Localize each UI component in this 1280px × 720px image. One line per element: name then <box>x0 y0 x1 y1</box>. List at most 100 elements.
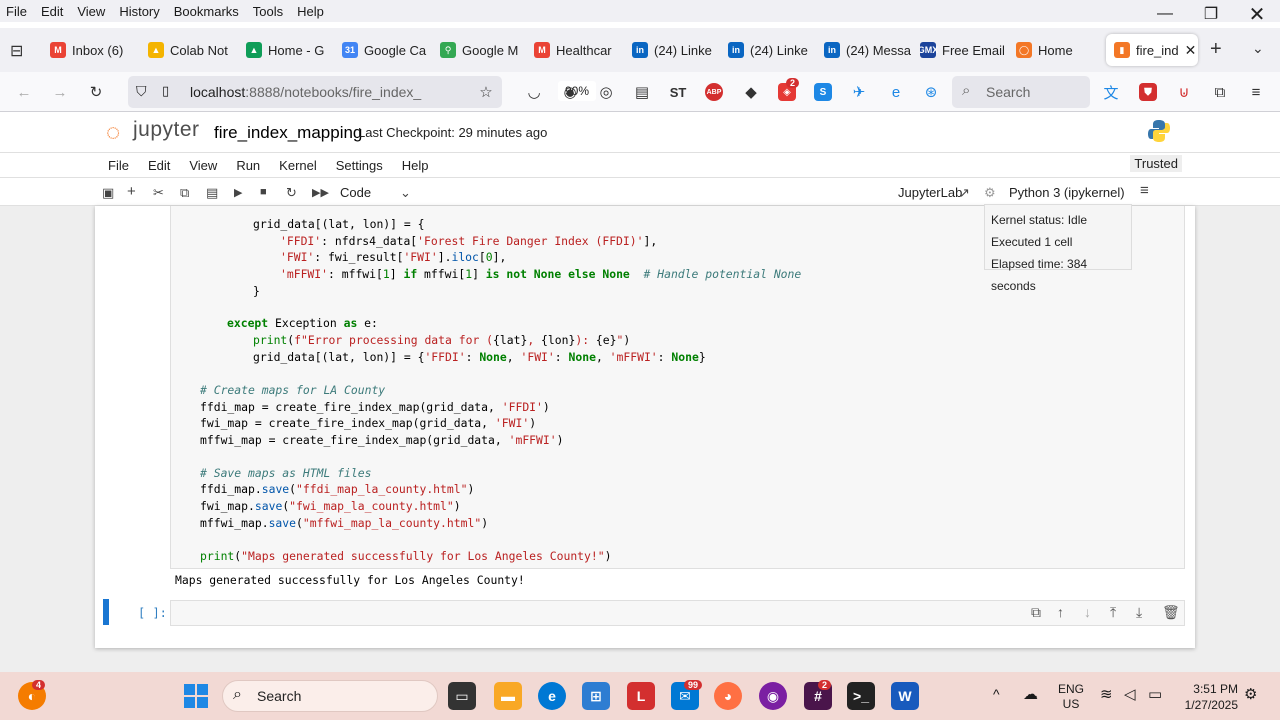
language-indicator[interactable]: ENG US <box>1058 682 1084 712</box>
cloud-icon[interactable]: ☁ <box>1023 685 1038 703</box>
url-bar[interactable]: ⛉ ▯ localhost:8888/notebooks/fire_index_… <box>128 76 597 108</box>
tab-10[interactable]: ◯ Home <box>1016 34 1104 66</box>
jupyter-logo-icon[interactable]: ◌ <box>106 119 120 147</box>
cell-type-select[interactable]: Code <box>340 185 371 200</box>
tab-6[interactable]: in (24) Linke <box>632 34 720 66</box>
start-icon[interactable] <box>182 682 210 710</box>
jp-menu-settings[interactable]: Settings <box>336 158 383 173</box>
tab-1[interactable]: ▲ Colab Not <box>148 34 236 66</box>
paste-icon[interactable]: ▤ <box>206 185 218 201</box>
tab-8[interactable]: in (24) Messa <box>824 34 912 66</box>
account-icon[interactable]: ◉ <box>560 82 580 102</box>
tab-4[interactable]: ⚲ Google M <box>440 34 528 66</box>
extension-icon-4[interactable]: ✈ <box>849 82 869 102</box>
menu-edit[interactable]: Edit <box>41 4 63 19</box>
clock[interactable]: 3:51 PM 1/27/2025 <box>1180 681 1238 713</box>
copy-icon[interactable]: ⧉ <box>180 185 189 201</box>
taskbar-search[interactable]: ⌕ Search <box>222 680 438 712</box>
trusted-badge[interactable]: Trusted <box>1130 155 1182 172</box>
firefox-icon[interactable]: ◕ <box>714 682 742 710</box>
jp-menu-view[interactable]: View <box>189 158 217 173</box>
edge-icon[interactable]: e <box>886 82 906 102</box>
run-icon[interactable]: ▶ <box>234 186 242 199</box>
chevron-down-icon[interactable]: ⌄ <box>1252 40 1264 57</box>
shield-icon[interactable]: ⛉ <box>136 83 147 100</box>
menu-history[interactable]: History <box>119 4 159 19</box>
restore-button[interactable]: ❐ <box>1188 0 1234 28</box>
tab-7[interactable]: in (24) Linke <box>728 34 816 66</box>
adblock-icon[interactable]: ABP <box>705 83 723 101</box>
edge-icon[interactable]: e <box>538 682 566 710</box>
skype-icon[interactable]: S <box>814 83 832 101</box>
search-input[interactable]: ⌕ Search <box>952 76 1090 108</box>
menu-help[interactable]: Help <box>297 4 324 19</box>
move-up-icon[interactable]: ↑ <box>1057 604 1064 620</box>
duplicate-cell-icon[interactable]: ⧉ <box>1031 604 1041 621</box>
tab-9[interactable]: GMX Free Email <box>920 34 1008 66</box>
menu-view[interactable]: View <box>77 4 105 19</box>
jp-menu-kernel[interactable]: Kernel <box>279 158 317 173</box>
wifi-icon[interactable]: ≋ <box>1100 685 1113 703</box>
menu-bookmarks[interactable]: Bookmarks <box>174 4 239 19</box>
l-app-icon[interactable]: L <box>627 682 655 710</box>
tab-active[interactable]: ▮ fire_ind ✕ <box>1106 34 1198 66</box>
shield-extension-icon[interactable]: ⛊ <box>1139 83 1157 101</box>
extension-icon-2[interactable]: ◆ <box>741 82 761 102</box>
tab-3[interactable]: 31 Google Ca <box>342 34 430 66</box>
tab-0[interactable]: M Inbox (6) <box>50 34 138 66</box>
reload-icon[interactable]: ↻ <box>86 82 106 102</box>
extension-icon-1[interactable]: ◎ <box>596 82 616 102</box>
restart-icon[interactable]: ↻ <box>286 185 297 201</box>
jupyterlab-link[interactable]: JupyterLab <box>898 185 962 200</box>
jp-menu-file[interactable]: File <box>108 158 129 173</box>
new-tab-icon[interactable]: + <box>1210 38 1222 61</box>
bookmark-star-icon[interactable]: ☆ <box>476 82 496 102</box>
menu-file[interactable]: File <box>6 4 27 19</box>
insert-above-icon[interactable]: ⤒ <box>1110 604 1116 621</box>
app-icon[interactable]: ◉ <box>759 682 787 710</box>
insert-cell-icon[interactable]: + <box>127 183 136 200</box>
chevron-down-icon[interactable]: ⌄ <box>400 185 411 201</box>
close-window-button[interactable]: ✕ <box>1234 0 1280 28</box>
speaker-icon[interactable]: ◁ <box>1124 685 1136 703</box>
tab-5[interactable]: M Healthcar <box>534 34 622 66</box>
jp-menu-edit[interactable]: Edit <box>148 158 170 173</box>
forward-icon[interactable]: → <box>50 82 70 102</box>
store-icon[interactable]: ⊞ <box>582 682 610 710</box>
extension-icon-5[interactable]: ⊍ <box>1174 82 1194 102</box>
move-down-icon[interactable]: ↓ <box>1084 604 1091 620</box>
terminal-icon[interactable]: >_ <box>847 682 875 710</box>
minimize-button[interactable]: — <box>1142 0 1188 28</box>
jp-menu-help[interactable]: Help <box>402 158 429 173</box>
save-icon[interactable]: ▣ <box>102 185 114 201</box>
battery-icon[interactable]: ▭ <box>1148 685 1162 703</box>
word-icon[interactable]: W <box>891 682 919 710</box>
translate-icon[interactable]: 文 <box>1101 82 1121 102</box>
extensions-icon[interactable]: ⧉ <box>1210 82 1230 102</box>
stop-icon[interactable]: ■ <box>260 186 267 198</box>
pocket-icon[interactable]: ◡ <box>524 82 544 102</box>
gear-icon[interactable]: ⚙ <box>984 185 996 201</box>
cut-icon[interactable]: ✂ <box>153 185 164 201</box>
list-icon[interactable]: ≡ <box>1140 182 1149 199</box>
st-extension-icon[interactable]: ST <box>668 82 688 102</box>
clipboard-icon[interactable]: ▤ <box>632 82 652 102</box>
jp-menu-run[interactable]: Run <box>236 158 260 173</box>
task-view-icon[interactable]: ▭ <box>448 682 476 710</box>
hamburger-menu-icon[interactable]: ≡ <box>1246 82 1266 102</box>
jupyter-logo-text[interactable]: jupyter <box>133 118 200 142</box>
close-tab-icon[interactable]: ✕ <box>1185 42 1197 59</box>
menu-tools[interactable]: Tools <box>253 4 283 19</box>
fast-forward-icon[interactable]: ▶▶ <box>312 186 329 199</box>
back-icon[interactable]: ← <box>14 82 34 102</box>
url-text[interactable]: localhost:8888/notebooks/fire_index_ <box>190 84 422 100</box>
delete-cell-icon[interactable]: 🗑 <box>1162 604 1180 621</box>
chevron-up-icon[interactable]: ^ <box>993 686 1000 702</box>
insert-below-icon[interactable]: ⤓ <box>1136 604 1142 621</box>
notebook-title[interactable]: fire_index_mapping <box>214 123 362 143</box>
tab-list-icon[interactable]: ⊟ <box>10 41 23 61</box>
tab-2[interactable]: ▲ Home - G <box>246 34 334 66</box>
kernel-name[interactable]: Python 3 (ipykernel) <box>1009 185 1125 200</box>
file-explorer-icon[interactable]: ▬ <box>494 682 522 710</box>
notification-icon[interactable]: ⚙ <box>1244 685 1257 703</box>
